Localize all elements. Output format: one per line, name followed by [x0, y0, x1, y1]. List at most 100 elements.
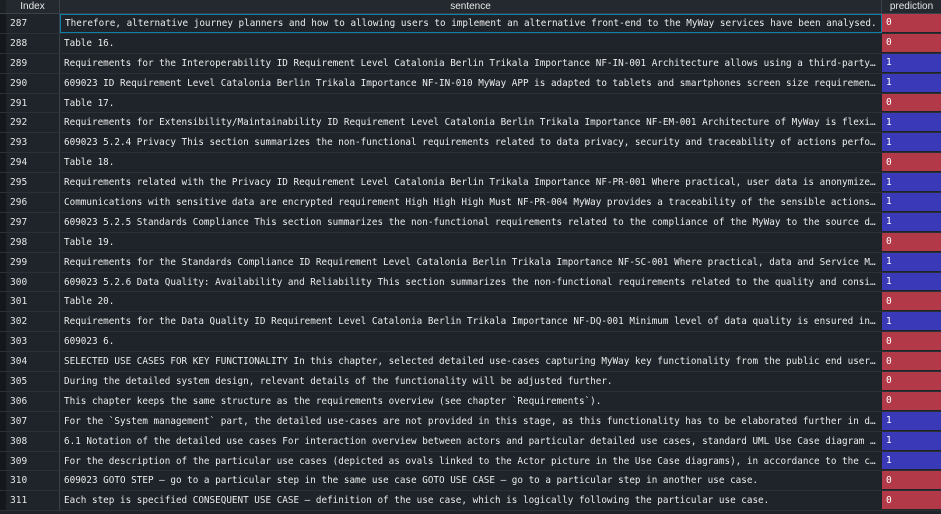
- table-row[interactable]: 287 Therefore, alternative journey planne…: [0, 14, 941, 34]
- cell-index[interactable]: 302: [0, 312, 60, 332]
- cell-prediction[interactable]: 1: [882, 411, 941, 431]
- cell-index[interactable]: 307: [0, 411, 60, 431]
- cell-prediction[interactable]: 0: [882, 372, 941, 391]
- cell-sentence[interactable]: 609023 GOTO STEP – go to a particular st…: [60, 471, 882, 491]
- table-row[interactable]: 295 Requirements related with the Privacy…: [0, 173, 941, 194]
- cell-sentence[interactable]: SELECTED USE CASES FOR KEY FUNCTIONALITY…: [60, 352, 882, 372]
- cell-index[interactable]: 294: [0, 153, 60, 173]
- table-row[interactable]: 299 Requirements for the Standards Compli…: [0, 252, 941, 273]
- cell-sentence[interactable]: 609023 6.: [60, 332, 882, 352]
- cell-index[interactable]: 291: [0, 93, 60, 113]
- table-row[interactable]: 305 During the detailed system design, re…: [0, 372, 941, 392]
- cell-sentence[interactable]: Requirements for the Interoperability ID…: [60, 53, 882, 73]
- cell-index[interactable]: 296: [0, 193, 60, 212]
- cell-index[interactable]: 290: [0, 73, 60, 93]
- cell-sentence[interactable]: Table 16.: [60, 33, 882, 53]
- cell-index[interactable]: 309: [0, 451, 60, 471]
- cell-sentence[interactable]: For the description of the particular us…: [60, 451, 882, 471]
- column-header-prediction[interactable]: prediction: [882, 0, 941, 13]
- cell-sentence[interactable]: 6.1 Notation of the detailed use cases F…: [60, 431, 882, 451]
- table-row[interactable]: 311 Each step is specified CONSEQUENT USE…: [0, 491, 941, 512]
- cell-sentence[interactable]: Therefore, alternative journey planners …: [60, 14, 882, 33]
- cell-index[interactable]: 305: [0, 372, 60, 391]
- cell-prediction[interactable]: 0: [882, 391, 941, 411]
- cell-prediction[interactable]: 1: [882, 212, 941, 232]
- cell-sentence[interactable]: Table 20.: [60, 292, 882, 312]
- cell-prediction[interactable]: 0: [882, 352, 941, 372]
- cell-sentence[interactable]: Table 18.: [60, 153, 882, 173]
- cell-sentence[interactable]: Requirements for Extensibility/Maintaina…: [60, 113, 882, 133]
- cell-index[interactable]: 311: [0, 491, 60, 511]
- cell-index[interactable]: 299: [0, 252, 60, 272]
- table-row[interactable]: 304 SELECTED USE CASES FOR KEY FUNCTIONAL…: [0, 352, 941, 373]
- table-row[interactable]: 308 6.1 Notation of the detailed use case…: [0, 431, 941, 452]
- table-row[interactable]: 306 This chapter keeps the same structure…: [0, 391, 941, 412]
- cell-sentence[interactable]: Table 19.: [60, 232, 882, 252]
- cell-prediction[interactable]: 1: [882, 73, 941, 93]
- cell-sentence[interactable]: During the detailed system design, relev…: [60, 372, 882, 391]
- cell-index[interactable]: 304: [0, 352, 60, 372]
- table-row[interactable]: 288 Table 16. 0: [0, 33, 941, 54]
- table-row[interactable]: 309 For the description of the particular…: [0, 451, 941, 472]
- cell-index[interactable]: 298: [0, 232, 60, 252]
- cell-sentence[interactable]: 609023 5.2.5 Standards Compliance This s…: [60, 212, 882, 232]
- cell-prediction[interactable]: 1: [882, 312, 941, 332]
- cell-index[interactable]: 289: [0, 53, 60, 73]
- column-header-index[interactable]: Index: [0, 0, 60, 13]
- cell-index[interactable]: 292: [0, 113, 60, 133]
- cell-index[interactable]: 288: [0, 33, 60, 53]
- table-row[interactable]: 294 Table 18. 0: [0, 153, 941, 174]
- cell-prediction[interactable]: 1: [882, 193, 941, 212]
- cell-prediction[interactable]: 1: [882, 133, 941, 153]
- cell-prediction[interactable]: 0: [882, 93, 941, 113]
- table-row[interactable]: 297 609023 5.2.5 Standards Compliance Thi…: [0, 212, 941, 233]
- cell-prediction[interactable]: 1: [882, 173, 941, 193]
- cell-prediction[interactable]: 0: [882, 232, 941, 252]
- cell-prediction[interactable]: 1: [882, 53, 941, 73]
- cell-sentence[interactable]: Table 17.: [60, 93, 882, 113]
- table-row[interactable]: 310 609023 GOTO STEP – go to a particular…: [0, 471, 941, 492]
- cell-prediction[interactable]: 1: [882, 272, 941, 292]
- column-header-sentence[interactable]: sentence: [60, 0, 882, 13]
- cell-prediction[interactable]: 0: [882, 471, 941, 491]
- cell-index[interactable]: 303: [0, 332, 60, 352]
- table-row[interactable]: 293 609023 5.2.4 Privacy This section sum…: [0, 133, 941, 154]
- table-row[interactable]: 298 Table 19. 0: [0, 232, 941, 253]
- cell-sentence[interactable]: Each step is specified CONSEQUENT USE CA…: [60, 491, 882, 511]
- cell-index[interactable]: 301: [0, 292, 60, 312]
- cell-index[interactable]: 287: [0, 14, 60, 33]
- cell-index[interactable]: 293: [0, 133, 60, 153]
- cell-sentence[interactable]: 609023 5.2.4 Privacy This section summar…: [60, 133, 882, 153]
- cell-prediction[interactable]: 1: [882, 451, 941, 471]
- cell-prediction[interactable]: 1: [882, 431, 941, 451]
- table-row[interactable]: 307 For the `System management` part, the…: [0, 411, 941, 432]
- cell-sentence[interactable]: Communications with sensitive data are e…: [60, 193, 882, 212]
- cell-index[interactable]: 308: [0, 431, 60, 451]
- cell-prediction[interactable]: 0: [882, 14, 941, 33]
- table-row[interactable]: 292 Requirements for Extensibility/Mainta…: [0, 113, 941, 134]
- table-row[interactable]: 300 609023 5.2.6 Data Quality: Availabili…: [0, 272, 941, 293]
- table-row[interactable]: 302 Requirements for the Data Quality ID …: [0, 312, 941, 333]
- cell-prediction[interactable]: 0: [882, 491, 941, 511]
- cell-index[interactable]: 310: [0, 471, 60, 491]
- cell-sentence[interactable]: 609023 5.2.6 Data Quality: Availability …: [60, 272, 882, 292]
- cell-prediction[interactable]: 0: [882, 292, 941, 312]
- cell-index[interactable]: 306: [0, 391, 60, 411]
- table-row[interactable]: 289 Requirements for the Interoperability…: [0, 53, 941, 74]
- cell-index[interactable]: 300: [0, 272, 60, 292]
- cell-sentence[interactable]: Requirements for the Data Quality ID Req…: [60, 312, 882, 332]
- cell-sentence[interactable]: 609023 ID Requirement Level Catalonia Be…: [60, 73, 882, 93]
- cell-sentence[interactable]: Requirements related with the Privacy ID…: [60, 173, 882, 193]
- table-row[interactable]: 301 Table 20. 0: [0, 292, 941, 313]
- cell-prediction[interactable]: 1: [882, 252, 941, 272]
- cell-index[interactable]: 297: [0, 212, 60, 232]
- cell-sentence[interactable]: For the `System management` part, the de…: [60, 411, 882, 431]
- cell-prediction[interactable]: 0: [882, 33, 941, 53]
- table-row[interactable]: 303 609023 6. 0: [0, 332, 941, 353]
- cell-sentence[interactable]: This chapter keeps the same structure as…: [60, 391, 882, 411]
- table-row[interactable]: 296 Communications with sensitive data ar…: [0, 193, 941, 213]
- cell-prediction[interactable]: 0: [882, 153, 941, 173]
- cell-sentence[interactable]: Requirements for the Standards Complianc…: [60, 252, 882, 272]
- cell-prediction[interactable]: 0: [882, 332, 941, 352]
- cell-prediction[interactable]: 1: [882, 113, 941, 133]
